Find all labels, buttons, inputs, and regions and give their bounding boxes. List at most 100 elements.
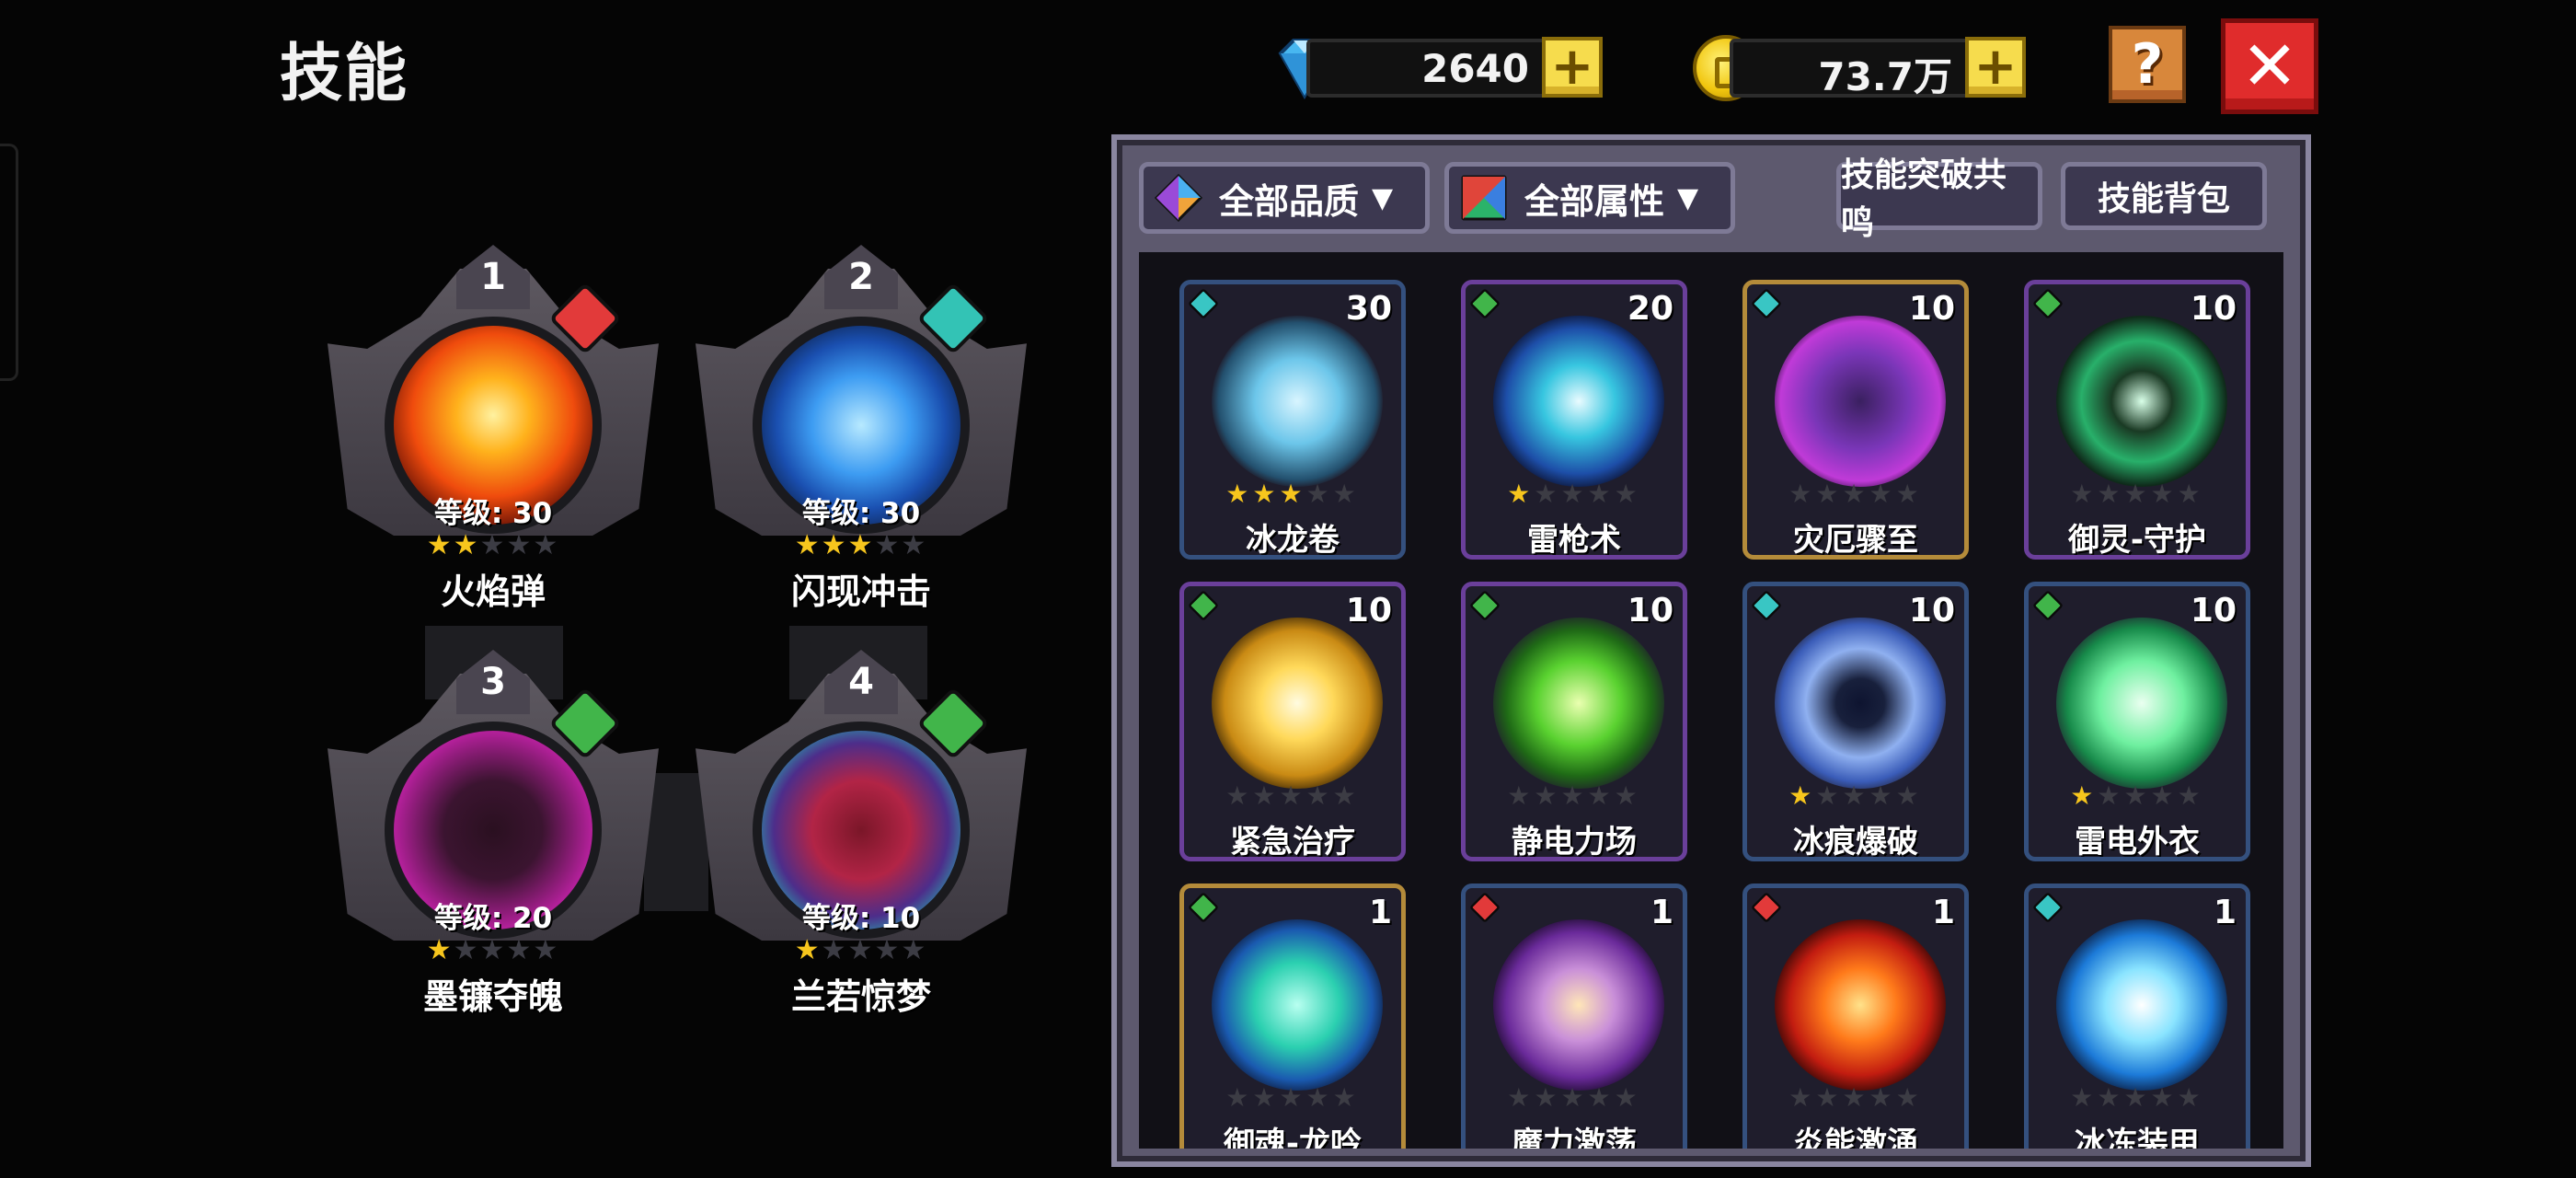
- star-icon: ★: [453, 934, 480, 966]
- star-icon: ★: [1279, 780, 1306, 811]
- star-icon: ★: [1279, 1082, 1306, 1113]
- skill-card[interactable]: 10 ★★★★★ 灾厄骤至: [1742, 280, 1969, 560]
- star-icon: ★: [1895, 780, 1923, 811]
- skill-card[interactable]: 1 ★★★★★ 冰冻装甲: [2024, 884, 2250, 1149]
- skill-name: 紧急治疗: [1230, 824, 1355, 860]
- star-icon: ★: [1560, 780, 1588, 811]
- skill-name: 炎能激涌: [1793, 1126, 1918, 1149]
- star-icon: ★: [794, 529, 822, 561]
- slot-star-rating: ★★★★★: [769, 532, 953, 560]
- element-gem-icon: [2032, 288, 2064, 319]
- star-icon: ★: [2097, 780, 2124, 811]
- slot-skill-name: 火焰弹: [440, 572, 546, 612]
- slot-skill-name: 兰若惊梦: [790, 976, 931, 1017]
- skill-card[interactable]: 1 ★★★★★ 魔力激荡: [1461, 884, 1687, 1149]
- close-button[interactable]: ✕: [2221, 18, 2318, 114]
- skill-name: 御灵-守护: [2067, 522, 2207, 559]
- star-icon: ★: [533, 529, 560, 561]
- slot-number: 4: [848, 661, 874, 703]
- star-icon: ★: [1332, 780, 1360, 811]
- star-icon: ★: [2070, 1082, 2098, 1113]
- skill-card[interactable]: 10 ★★★★★ 紧急治疗: [1179, 582, 1406, 861]
- add-coins-button[interactable]: +: [1965, 37, 2026, 98]
- star-icon: ★: [1842, 780, 1869, 811]
- side-edge-tab[interactable]: [0, 144, 18, 381]
- skill-art-icon: [2056, 316, 2227, 487]
- skill-name: 御魂-龙吟: [1223, 1126, 1363, 1149]
- skill-card[interactable]: 10 ★★★★★ 静电力场: [1461, 582, 1687, 861]
- skill-art-icon: [2056, 919, 2227, 1091]
- skill-card[interactable]: 1 ★★★★★ 炎能激涌: [1742, 884, 1969, 1149]
- star-icon: ★: [1587, 780, 1615, 811]
- star-icon: ★: [1815, 780, 1843, 811]
- equipped-skill-slot-4[interactable]: 4 等级: 10 ★★★★★ 兰若惊梦: [696, 637, 1027, 1017]
- equipped-skill-slot-2[interactable]: 2 等级: 30 ★★★★★ 闪现冲击: [696, 232, 1027, 612]
- star-icon: ★: [1560, 479, 1588, 509]
- element-gem-icon: [1188, 590, 1219, 621]
- slot-number: 2: [848, 256, 874, 298]
- skill-art-icon: [1493, 919, 1664, 1091]
- star-icon: ★: [1614, 780, 1641, 811]
- star-icon: ★: [847, 934, 875, 966]
- slot-star-rating: ★★★★★: [769, 937, 953, 964]
- skill-art-icon: [1493, 316, 1664, 487]
- star-icon: ★: [1252, 780, 1280, 811]
- star-icon: ★: [1842, 1082, 1869, 1113]
- slot-skill-name: 墨镰夺魄: [422, 976, 563, 1017]
- star-icon: ★: [1614, 1082, 1641, 1113]
- skill-star-rating: ★★★★★: [1747, 783, 1964, 809]
- skill-count: 30: [1345, 290, 1392, 328]
- attribute-filter-dropdown[interactable]: 全部属性 ▼: [1444, 162, 1735, 234]
- star-icon: ★: [2123, 1082, 2151, 1113]
- star-icon: ★: [1788, 479, 1816, 509]
- star-icon: ★: [506, 934, 534, 966]
- element-gem-icon: [1469, 288, 1501, 319]
- equipped-skill-slot-3[interactable]: 3 等级: 20 ★★★★★ 墨镰夺魄: [328, 637, 659, 1017]
- skill-count: 1: [1931, 894, 1955, 931]
- star-icon: ★: [1869, 780, 1896, 811]
- page-title: 技能: [280, 38, 409, 110]
- skill-art-icon: [1493, 618, 1664, 789]
- attribute-icon: [1461, 175, 1507, 221]
- skill-card[interactable]: 20 ★★★★★ 雷枪术: [1461, 280, 1687, 560]
- skill-bag-button[interactable]: 技能背包: [2061, 162, 2267, 230]
- star-icon: ★: [1560, 1082, 1588, 1113]
- help-button[interactable]: ?: [2109, 26, 2186, 103]
- skill-star-rating: ★★★★★: [1184, 1085, 1401, 1111]
- skill-card[interactable]: 30 ★★★★★ 冰龙卷: [1179, 280, 1406, 560]
- skill-art-icon: [1212, 316, 1383, 487]
- quality-filter-label: 全部品质: [1219, 180, 1360, 222]
- star-icon: ★: [1895, 1082, 1923, 1113]
- skill-resonance-button[interactable]: 技能突破共鸣: [1836, 156, 2042, 242]
- star-icon: ★: [1305, 1082, 1333, 1113]
- skill-count: 10: [1908, 592, 1955, 629]
- star-icon: ★: [1507, 780, 1535, 811]
- skill-star-rating: ★★★★★: [2029, 1085, 2246, 1111]
- slot-star-rating: ★★★★★: [401, 937, 585, 964]
- add-gems-button[interactable]: +: [1542, 37, 1603, 98]
- element-gem-icon: [1469, 892, 1501, 923]
- skill-name: 魔力激荡: [1512, 1126, 1637, 1149]
- skill-name: 雷枪术: [1527, 522, 1621, 559]
- star-icon: ★: [1305, 479, 1333, 509]
- star-icon: ★: [1252, 479, 1280, 509]
- star-icon: ★: [821, 934, 848, 966]
- star-icon: ★: [847, 529, 875, 561]
- skill-card[interactable]: 1 ★★★★★ 御魂-龙吟: [1179, 884, 1406, 1149]
- skill-star-rating: ★★★★★: [2029, 783, 2246, 809]
- skill-card[interactable]: 10 ★★★★★ 雷电外衣: [2024, 582, 2250, 861]
- star-icon: ★: [1225, 1082, 1253, 1113]
- element-gem-icon: [1751, 288, 1782, 319]
- skill-name: 冰痕爆破: [1793, 824, 1918, 860]
- skill-card[interactable]: 10 ★★★★★ 冰痕爆破: [1742, 582, 1969, 861]
- skill-card[interactable]: 10 ★★★★★ 御灵-守护: [2024, 280, 2250, 560]
- quality-filter-dropdown[interactable]: 全部品质 ▼: [1139, 162, 1430, 234]
- skill-art-icon: [1775, 316, 1946, 487]
- star-icon: ★: [2123, 479, 2151, 509]
- equipped-skill-slot-1[interactable]: 1 等级: 30 ★★★★★ 火焰弹: [328, 232, 659, 612]
- star-icon: ★: [2150, 1082, 2178, 1113]
- star-icon: ★: [1225, 780, 1253, 811]
- skill-star-rating: ★★★★★: [1184, 481, 1401, 507]
- star-icon: ★: [2123, 780, 2151, 811]
- skill-count: 10: [2190, 290, 2237, 328]
